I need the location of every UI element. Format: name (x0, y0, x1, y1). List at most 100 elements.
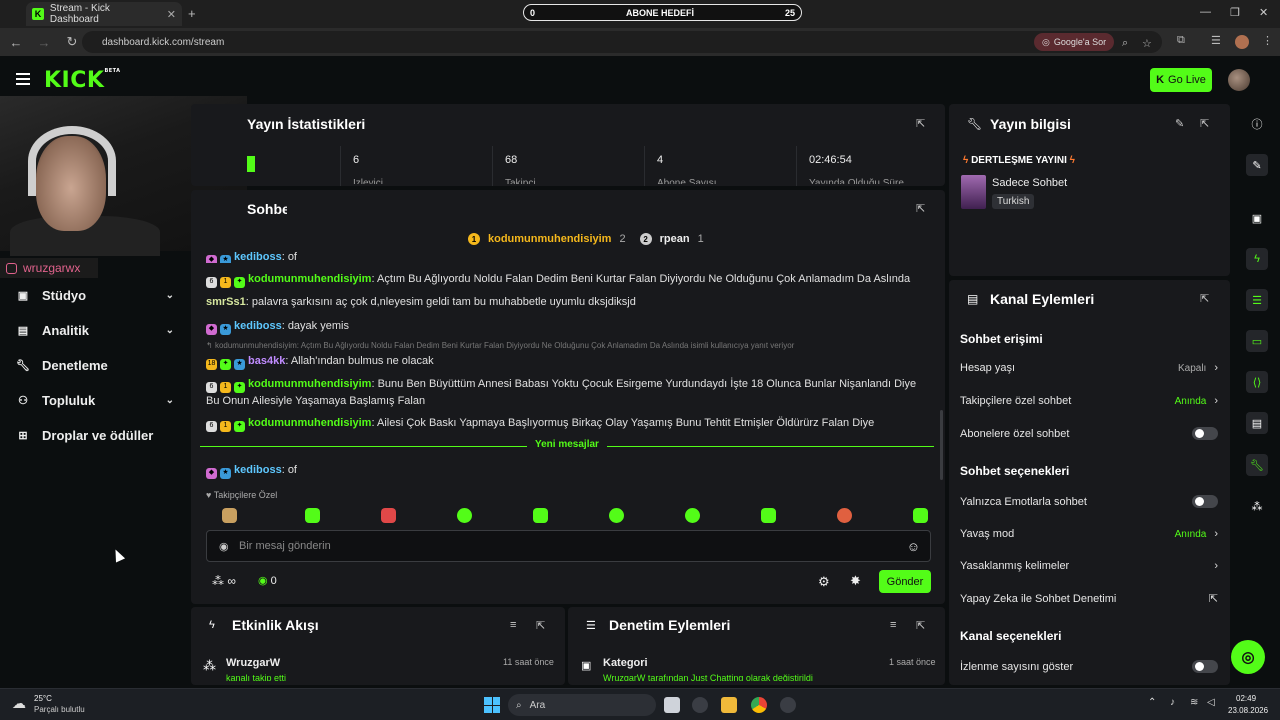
chat-icon[interactable]: ▭ (1246, 330, 1268, 352)
taskbar-search[interactable]: ⌕ Ara (508, 694, 656, 716)
microphone-icon[interactable]: ♪ (1170, 697, 1175, 708)
emote-icon[interactable] (533, 508, 548, 523)
chat-scrollbar[interactable] (940, 410, 943, 480)
chat-username[interactable]: kediboss (234, 464, 282, 476)
popout-icon[interactable]: ⇱ (536, 619, 545, 632)
emote-icon[interactable] (381, 508, 396, 523)
emote-icon[interactable] (913, 508, 928, 523)
ai-moderation-setting[interactable]: Yapay Zeka ile Sohbet Denetimi ⇱ (960, 592, 1218, 606)
sidebar-item-moderation[interactable]: 🔧︎ Denetleme (16, 358, 174, 373)
avatar[interactable] (1228, 69, 1250, 91)
sidebar-item-analytics[interactable]: ▤ Analitik ⌄ (16, 323, 174, 338)
followers-chat-setting[interactable]: Takipçilere özel sohbet Anında › (960, 395, 1218, 407)
volume-icon[interactable]: ◁ (1207, 697, 1215, 708)
banned-words-setting[interactable]: Yasaklanmış kelimeler › (960, 560, 1218, 572)
chat-username[interactable]: kediboss (234, 320, 282, 332)
forward-icon[interactable]: → (32, 35, 56, 50)
embed-icon[interactable]: ⟨⟩ (1246, 371, 1268, 393)
chat-input[interactable]: ◉ Bir mesaj gönderin ☺ (206, 530, 931, 562)
filter-icon[interactable]: ≡ (510, 619, 516, 631)
url-field[interactable]: dashboard.kick.com/stream ◎ Google'a Sor … (82, 31, 1162, 53)
popout-icon[interactable]: ⇱ (1200, 117, 1209, 130)
send-button[interactable]: Gönder (879, 570, 931, 593)
emote-icon[interactable] (685, 508, 700, 523)
popout-icon[interactable]: ⇱ (916, 202, 925, 215)
go-live-button[interactable]: K Go Live (1150, 68, 1212, 92)
event-user[interactable]: WruzgarW (226, 657, 280, 669)
popout-icon[interactable]: ⇱ (916, 619, 925, 632)
emote-icon[interactable] (305, 508, 320, 523)
chat-username[interactable]: kodumunmuhendisiyim (248, 273, 371, 285)
chat-input-badge-icon[interactable]: ◉ (219, 540, 229, 553)
gifter-name[interactable]: rpean (660, 233, 690, 245)
video-icon[interactable]: ▣ (1246, 207, 1268, 229)
emote-icon[interactable] (761, 508, 776, 523)
popout-icon[interactable]: ⇱ (916, 117, 925, 130)
slow-mode-setting[interactable]: Yavaş mod Anında › (960, 528, 1218, 540)
edit-pencil-icon[interactable]: ✎ (1246, 154, 1268, 176)
chat-username[interactable]: kodumunmuhendisiyim (248, 417, 371, 429)
menu-dots-icon[interactable]: ⋮ (1262, 34, 1273, 47)
chat-username[interactable]: kediboss (234, 251, 282, 263)
clock-time[interactable]: 02:49 (1236, 694, 1256, 703)
task-view-icon[interactable] (664, 697, 680, 713)
hamburger-menu-icon[interactable] (16, 73, 30, 75)
google-ask-button[interactable]: ◎ Google'a Sor (1034, 33, 1115, 51)
list-icon[interactable]: ☰ (1246, 289, 1268, 311)
file-explorer-icon[interactable] (721, 697, 737, 713)
chrome-icon[interactable] (751, 697, 767, 713)
kicks-balance[interactable]: ◉ 0 (258, 574, 277, 587)
emote-icon[interactable] (457, 508, 472, 523)
tray-chevron-icon[interactable]: ⌃ (1148, 697, 1156, 708)
maximize-icon[interactable]: ❐ (1230, 6, 1240, 19)
back-icon[interactable]: ← (4, 35, 28, 50)
clock-date[interactable]: 23.08.2026 (1228, 706, 1268, 715)
close-window-icon[interactable]: ✕ (1259, 6, 1268, 19)
popout-icon[interactable]: ⇱ (1200, 292, 1209, 305)
chat-username[interactable]: smrSs1 (206, 296, 246, 308)
edit-pencil-icon[interactable]: ✎ (1175, 117, 1184, 130)
app-icon[interactable] (692, 697, 708, 713)
emote-only-toggle[interactable] (1192, 495, 1218, 508)
mod-tools-icon[interactable]: ✸ (850, 573, 861, 589)
new-tab-icon[interactable]: + (188, 6, 196, 21)
channel-points[interactable]: ⁂ ∞ (212, 574, 236, 588)
windows-start-icon[interactable] (484, 697, 500, 713)
account-age-setting[interactable]: Hesap yaşı Kapalı › (960, 362, 1218, 374)
browser-tab[interactable]: K Stream - Kick Dashboard ✕ (26, 2, 182, 26)
viewer-count-toggle[interactable] (1192, 660, 1218, 673)
tab-search-icon[interactable]: ☰ (1211, 34, 1221, 47)
emoji-icon[interactable]: ☺ (907, 539, 920, 554)
emote-icon[interactable] (222, 508, 237, 523)
category-thumbnail[interactable] (961, 175, 986, 209)
minimize-icon[interactable]: — (1200, 6, 1211, 18)
close-tab-icon[interactable]: ✕ (167, 8, 176, 21)
channel-icon[interactable]: ▤ (1246, 412, 1268, 434)
filter-icon[interactable]: ≡ (890, 619, 896, 631)
wifi-icon[interactable]: ≋ (1190, 697, 1198, 708)
lightning-icon[interactable]: ϟ (1246, 248, 1268, 270)
new-messages-divider[interactable]: Yeni mesajlar (200, 439, 934, 450)
emote-icon[interactable] (609, 508, 624, 523)
chat-username[interactable]: kodumunmuhendisiyim (248, 378, 371, 390)
sidebar-item-community[interactable]: ⚇ Topluluk ⌄ (16, 393, 174, 408)
support-chat-button[interactable]: ◎ (1231, 640, 1265, 674)
sidebar-item-studio[interactable]: ▣ Stüdyo ⌄ (16, 288, 174, 303)
profile-icon[interactable] (1235, 35, 1249, 49)
sidebar-item-drops[interactable]: ⊞ Droplar ve ödüller (16, 428, 174, 443)
subs-chat-toggle[interactable] (1192, 427, 1218, 440)
obs-icon[interactable] (780, 697, 796, 713)
info-icon[interactable]: ⓘ (1246, 113, 1268, 135)
bookmark-star-icon[interactable]: ☆ (1142, 37, 1152, 50)
wrench-icon[interactable]: 🔧︎ (1246, 454, 1268, 476)
chat-username[interactable]: bas4kk (248, 355, 285, 367)
settings-gear-icon[interactable]: ⚙ (818, 574, 830, 590)
gifter-name[interactable]: kodumunmuhendisiyim (488, 233, 611, 245)
points-icon[interactable]: ⁂ (1246, 495, 1268, 517)
emote-icon[interactable] (837, 508, 852, 523)
zoom-icon[interactable]: ⌕ (1122, 37, 1128, 50)
reload-icon[interactable]: ↻ (60, 34, 84, 50)
extensions-icon[interactable]: ⧉ (1177, 34, 1185, 47)
category-name[interactable]: Sadece Sohbet (992, 177, 1067, 189)
kick-logo[interactable]: KICKBETA (44, 68, 121, 93)
